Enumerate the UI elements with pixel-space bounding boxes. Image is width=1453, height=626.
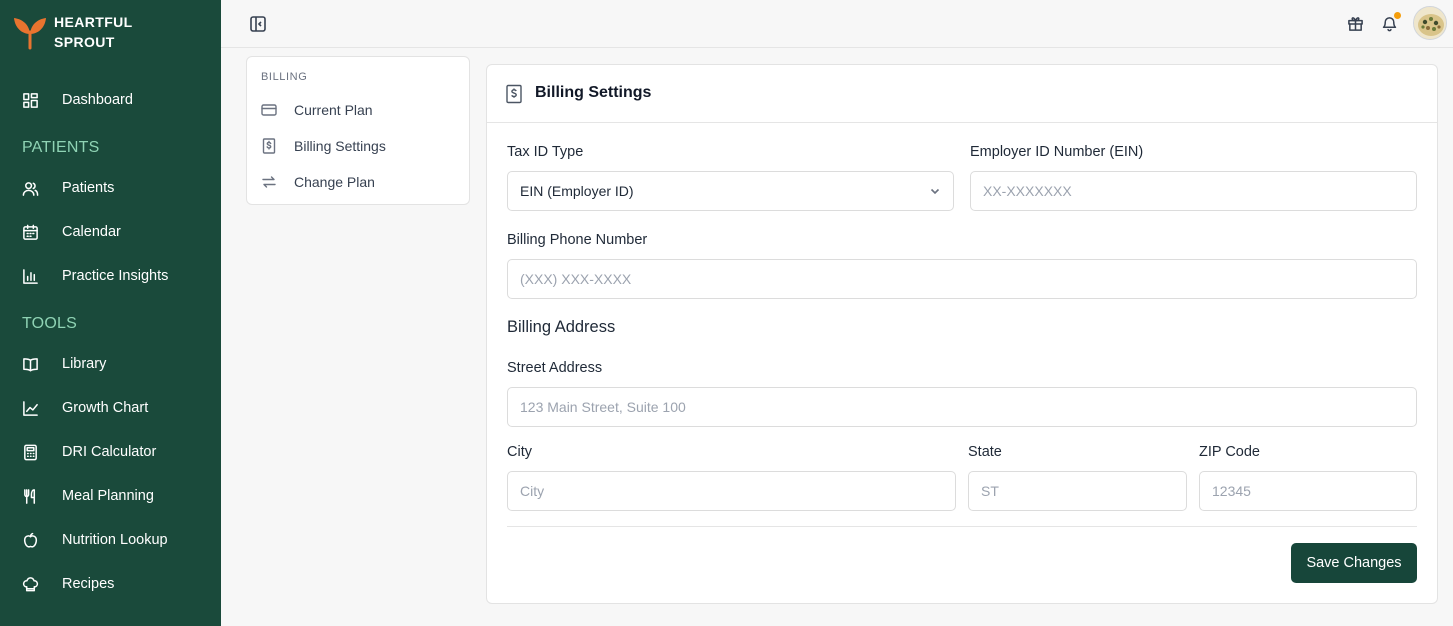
sidebar-item-practice-insights[interactable]: Practice Insights — [22, 260, 212, 292]
brand-name: HEARTFUL SPROUT — [54, 12, 133, 52]
tax-id-type-value: EIN (Employer ID) — [520, 183, 634, 199]
city-input[interactable] — [507, 471, 956, 511]
gift-button[interactable] — [1347, 15, 1365, 33]
users-icon — [22, 180, 39, 197]
avatar[interactable] — [1413, 6, 1447, 40]
avatar-image — [1414, 7, 1446, 39]
menu-item-label: Billing Settings — [294, 138, 386, 154]
billing-address-heading: Billing Address — [507, 318, 616, 336]
ein-label: Employer ID Number (EIN) — [970, 144, 1144, 160]
tax-id-type-select[interactable]: EIN (Employer ID) — [507, 171, 954, 211]
credit-card-icon — [261, 102, 277, 118]
sidebar-item-recipes[interactable]: Recipes — [22, 568, 212, 600]
zip-code-input[interactable] — [1199, 471, 1417, 511]
book-open-icon — [22, 356, 39, 373]
sidebar-item-patients[interactable]: Patients — [22, 172, 212, 204]
card-header: Billing Settings — [487, 65, 1437, 123]
sidebar-item-label: Recipes — [62, 576, 115, 592]
billing-menu-heading: BILLING — [261, 71, 308, 83]
street-address-input[interactable] — [507, 387, 1417, 427]
menu-item-change-plan[interactable]: Change Plan — [261, 170, 461, 194]
sidebar-item-library[interactable]: Library — [22, 348, 212, 380]
sidebar-item-label: Practice Insights — [62, 268, 169, 284]
card-title: Billing Settings — [535, 84, 652, 101]
state-label: State — [968, 444, 1002, 460]
section-label-tools: TOOLS — [22, 315, 77, 332]
bar-chart-icon — [22, 268, 39, 285]
billing-settings-card: Billing Settings Tax ID Type EIN (Employ… — [486, 64, 1438, 604]
arrows-swap-icon — [261, 174, 277, 190]
street-address-label: Street Address — [507, 360, 603, 376]
sidebar-item-label: Library — [62, 356, 107, 372]
menu-item-current-plan[interactable]: Current Plan — [261, 98, 461, 122]
receipt-dollar-icon — [505, 84, 523, 104]
menu-item-label: Current Plan — [294, 102, 373, 118]
apple-icon — [22, 532, 39, 549]
state-input[interactable] — [968, 471, 1187, 511]
sidebar-toggle-button[interactable] — [249, 15, 267, 33]
chef-hat-icon — [22, 576, 39, 593]
utensils-icon — [22, 488, 39, 505]
notification-dot — [1394, 12, 1401, 19]
sidebar-item-nutrition-lookup[interactable]: Nutrition Lookup — [22, 524, 212, 556]
line-chart-icon — [22, 400, 39, 417]
sidebar: HEARTFUL SPROUT Dashboard PATIENTS Patie… — [0, 0, 221, 626]
tax-id-type-label: Tax ID Type — [507, 144, 584, 160]
sidebar-item-dashboard[interactable]: Dashboard — [22, 84, 212, 116]
sidebar-item-label: Patients — [62, 180, 115, 196]
sidebar-item-label: Calendar — [62, 224, 121, 240]
menu-item-label: Change Plan — [294, 174, 375, 190]
menu-item-billing-settings[interactable]: Billing Settings — [261, 134, 461, 158]
receipt-dollar-icon — [261, 138, 277, 154]
sidebar-item-calendar[interactable]: Calendar — [22, 216, 212, 248]
city-label: City — [507, 444, 532, 460]
sidebar-item-label: DRI Calculator — [62, 444, 157, 460]
brand-line-2: SPROUT — [54, 34, 115, 50]
zip-code-label: ZIP Code — [1199, 444, 1260, 460]
sidebar-item-meal-planning[interactable]: Meal Planning — [22, 480, 212, 512]
sidebar-item-growth-chart[interactable]: Growth Chart — [22, 392, 212, 424]
sidebar-item-label: Growth Chart — [62, 400, 149, 416]
brand[interactable]: HEARTFUL SPROUT — [12, 12, 133, 52]
notifications-button[interactable] — [1381, 12, 1401, 33]
billing-phone-label: Billing Phone Number — [507, 232, 648, 248]
save-changes-button[interactable]: Save Changes — [1291, 543, 1417, 583]
calendar-icon — [22, 224, 39, 241]
divider — [507, 526, 1417, 527]
dashboard-icon — [22, 92, 39, 109]
sidebar-item-label: Meal Planning — [62, 488, 154, 504]
billing-phone-input[interactable] — [507, 259, 1417, 299]
panel-left-icon — [250, 16, 266, 32]
ein-input[interactable] — [970, 171, 1417, 211]
sidebar-item-dri-calculator[interactable]: DRI Calculator — [22, 436, 212, 468]
calculator-icon — [22, 444, 39, 461]
billing-menu: BILLING Current Plan Billing Settings Ch… — [246, 56, 470, 205]
sprout-logo-icon — [14, 18, 46, 50]
sidebar-item-label: Dashboard — [62, 92, 133, 108]
chevron-down-icon — [930, 188, 940, 195]
brand-line-1: HEARTFUL — [54, 14, 133, 30]
section-label-patients: PATIENTS — [22, 139, 100, 156]
topbar — [221, 0, 1453, 48]
gift-icon — [1348, 17, 1363, 31]
sidebar-item-label: Nutrition Lookup — [62, 532, 168, 548]
